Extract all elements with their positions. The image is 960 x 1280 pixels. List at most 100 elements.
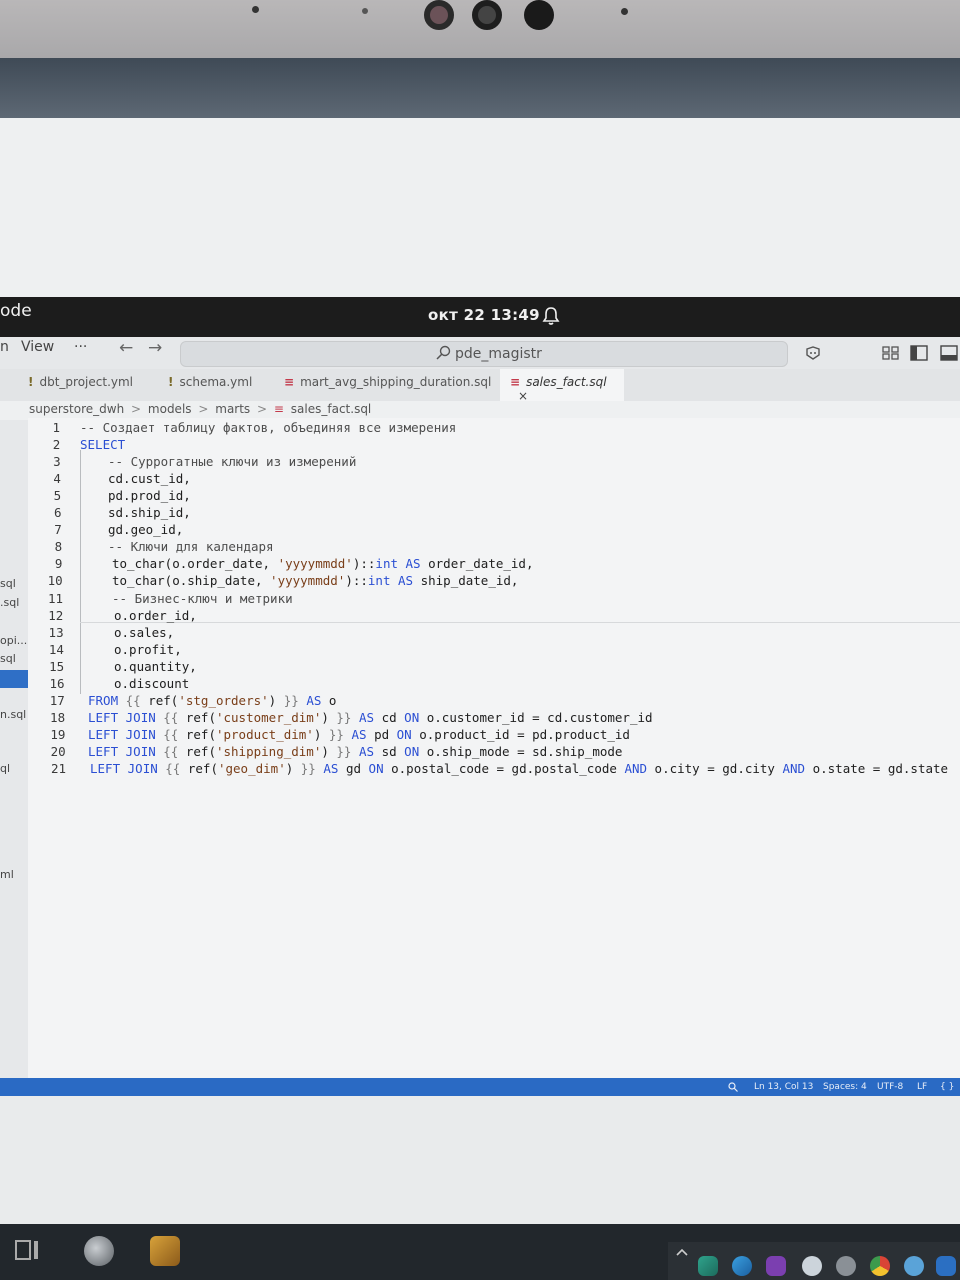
code-line[interactable]: 21 LEFT JOIN {{ ref('geo_dim') }} AS gd O… (28, 761, 960, 777)
bezel-dot (252, 6, 259, 13)
laptop-bezel (0, 0, 960, 58)
clock[interactable]: окт 22 13:49 (428, 306, 540, 324)
layout-customize-icon[interactable] (882, 345, 900, 361)
code-line[interactable]: 1 -- Создает таблицу фактов, объединяя вс… (28, 420, 960, 436)
chevron-up-icon[interactable] (676, 1248, 688, 1256)
code-line[interactable]: 13 o.sales, (28, 625, 960, 641)
menu-item-partial[interactable]: n (0, 339, 9, 355)
explorer-item[interactable]: sql (0, 652, 16, 665)
command-center-search[interactable]: pde_magistr (180, 341, 788, 367)
code-line[interactable]: 4 cd.cust_id, (28, 471, 960, 487)
line-number: 7 (54, 522, 62, 538)
code-line[interactable]: 20 LEFT JOIN {{ ref('shipping_dim') }} AS… (28, 744, 960, 760)
code-line[interactable]: 3 -- Суррогатные ключи из измерений (28, 454, 960, 470)
line-number: 6 (53, 505, 62, 521)
code-text: LEFT JOIN {{ ref('customer_dim') }} AS c… (88, 709, 653, 725)
code-line[interactable]: 18 LEFT JOIN {{ ref('customer_dim') }} AS… (28, 710, 960, 726)
yaml-file-icon: ! (28, 375, 34, 389)
explorer-item[interactable]: sql (0, 577, 16, 590)
tab-mart-avg-shipping[interactable]: ≡ mart_avg_shipping_duration.sql (280, 369, 500, 401)
line-number: 3 (53, 454, 61, 470)
code-editor[interactable]: 1 -- Создает таблицу фактов, объединяя вс… (28, 418, 960, 1239)
copilot-icon[interactable] (804, 345, 822, 361)
menu-more-button[interactable]: ··· (74, 339, 87, 355)
breadcrumb-item[interactable]: superstore_dwh (29, 402, 124, 416)
telegram-icon[interactable] (802, 1256, 822, 1276)
code-text: -- Ключи для календаря (108, 539, 274, 555)
line-number: 11 (47, 590, 63, 606)
code-text: pd.prod_id, (108, 488, 191, 504)
code-text: LEFT JOIN {{ ref('shipping_dim') }} AS s… (88, 743, 623, 759)
tab-dbt-project[interactable]: ! dbt_project.yml (22, 369, 162, 401)
tab-sales-fact[interactable]: ≡ sales_fact.sql× (500, 369, 624, 403)
status-bar: Ln 13, Col 13 Spaces: 4 UTF-8 LF { } (0, 1078, 960, 1096)
tab-label: schema.yml (179, 375, 253, 389)
tab-label: dbt_project.yml (39, 375, 134, 389)
line-number: 20 (50, 743, 66, 759)
code-line[interactable]: 15 o.quantity, (28, 659, 960, 675)
globe-tray-icon[interactable] (836, 1256, 856, 1276)
outlook-icon[interactable] (936, 1256, 956, 1276)
code-line[interactable]: 9 to_char(o.order_date, 'yyyymmdd')::int … (28, 556, 960, 572)
code-text: SELECT (80, 437, 126, 453)
app-launcher-icon[interactable] (150, 1236, 180, 1266)
explorer-item[interactable]: .sql (0, 596, 19, 609)
explorer-item[interactable]: ml (0, 868, 14, 881)
explorer-item[interactable]: n.sql (0, 708, 26, 721)
code-line[interactable]: 14 o.profit, (28, 642, 960, 658)
show-desktop-icon[interactable] (12, 1236, 42, 1266)
code-line[interactable]: 12 o.order_id, (28, 608, 960, 624)
breadcrumb-item[interactable]: marts (215, 402, 250, 416)
tab-schema[interactable]: ! schema.yml (162, 369, 280, 401)
line-number: 8 (54, 539, 63, 555)
indentation[interactable]: Spaces: 4 (823, 1082, 867, 1092)
line-number: 9 (54, 556, 63, 572)
zoom-icon[interactable] (728, 1082, 738, 1092)
screen-bottom-area (0, 1096, 960, 1226)
code-line[interactable]: 8 -- Ключи для календаря (28, 539, 960, 555)
code-line[interactable]: 7 gd.geo_id, (28, 522, 960, 538)
code-line[interactable]: 2 SELECT (28, 437, 960, 453)
code-line[interactable]: 19 LEFT JOIN {{ ref('product_dim') }} AS … (28, 727, 960, 743)
code-line[interactable]: 10 to_char(o.ship_date, 'yyyymmdd')::int … (28, 573, 960, 589)
toggle-panel-icon[interactable] (940, 345, 958, 361)
forward-arrow-icon[interactable]: → (148, 338, 162, 358)
kotlin-app-icon[interactable] (698, 1256, 718, 1276)
active-app-name[interactable]: ode (0, 301, 32, 321)
toggle-sidebar-icon[interactable] (910, 345, 928, 361)
bell-icon[interactable] (540, 305, 562, 327)
skype-icon[interactable] (904, 1256, 924, 1276)
line-ending[interactable]: LF (917, 1082, 927, 1092)
line-number: 12 (48, 607, 64, 623)
breadcrumb-item[interactable]: models (148, 402, 192, 416)
onenote-icon[interactable] (766, 1256, 786, 1276)
chrome-icon[interactable] (870, 1256, 890, 1276)
breadcrumb-separator: > (257, 402, 268, 416)
explorer-item[interactable]: ql (0, 762, 10, 775)
breadcrumb-item[interactable]: sales_fact.sql (291, 402, 371, 416)
cursor-position[interactable]: Ln 13, Col 13 (754, 1082, 813, 1092)
close-icon[interactable]: × (518, 389, 528, 403)
yaml-file-icon: ! (168, 375, 174, 389)
back-arrow-icon[interactable]: ← (119, 338, 133, 358)
menu-item-view[interactable]: View (21, 339, 54, 355)
database-file-icon: ≡ (510, 375, 521, 389)
code-line[interactable]: 16 o.discount (28, 676, 960, 692)
encoding[interactable]: UTF-8 (877, 1082, 903, 1092)
editor-tab-bar: ! dbt_project.yml ! schema.yml ≡ mart_avg_s… (0, 369, 960, 403)
world-globe-icon[interactable] (84, 1236, 114, 1266)
edge-browser-icon[interactable] (732, 1256, 752, 1276)
breadcrumb-separator: > (131, 402, 142, 416)
language-mode[interactable]: { } (940, 1082, 954, 1092)
code-text: -- Суррогатные ключи из измерений (108, 454, 357, 470)
line-number: 19 (50, 726, 66, 742)
code-text: o.quantity, (114, 658, 197, 674)
code-text: o.sales, (114, 624, 175, 640)
line-number: 10 (47, 573, 63, 589)
code-line[interactable]: 11 -- Бизнес-ключ и метрики (28, 591, 960, 607)
breadcrumb: superstore_dwh > models > marts > ≡ sale… (29, 402, 374, 416)
code-text: LEFT JOIN {{ ref('product_dim') }} AS pd… (88, 726, 630, 742)
code-line[interactable]: 5 pd.prod_id, (28, 488, 960, 504)
code-line[interactable]: 17 FROM {{ ref('stg_orders') }} AS o (28, 693, 960, 709)
code-line[interactable]: 6 sd.ship_id, (28, 505, 960, 521)
